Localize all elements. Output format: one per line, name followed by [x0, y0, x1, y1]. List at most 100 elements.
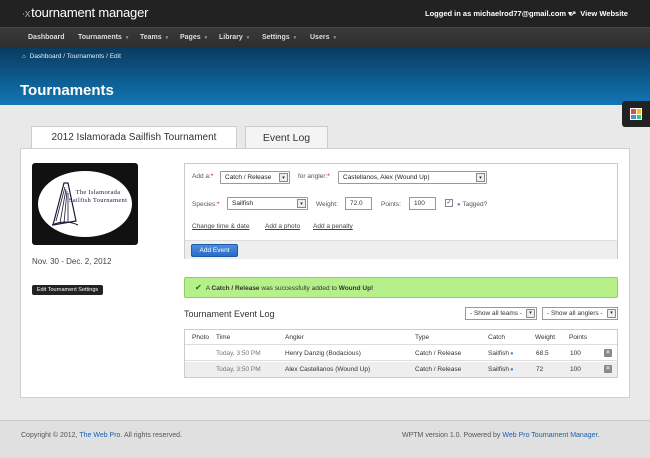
change-time-link[interactable]: Change time & date — [192, 223, 249, 230]
nav-item-pages[interactable]: Pages ▾ — [180, 34, 207, 41]
version-info: WPTM version 1.0. Powered by Web Pro Tou… — [402, 432, 600, 439]
top-bar: ∙xtournament manager Logged in as michae… — [0, 0, 650, 27]
row-angler: Alex Castellanos (Wound Up) — [285, 366, 371, 373]
required-mark: * — [327, 173, 330, 180]
page-footer: Copyright © 2012, The Web Pro. All right… — [0, 420, 650, 458]
points-label: Points: — [381, 201, 401, 208]
tagged-label: ● Tagged? — [457, 201, 488, 208]
team-filter-select[interactable]: - Show all teams - ▾ — [465, 307, 537, 320]
home-icon[interactable]: ⌂ — [22, 54, 26, 60]
row-catch: Sailfish● — [488, 350, 514, 357]
add-event-form: Add a:* Catch / Release ▾ for angler:* Ca… — [184, 163, 618, 259]
tag-icon: ● — [509, 351, 514, 357]
delete-icon[interactable]: ✕ — [604, 349, 612, 357]
tab-event-log[interactable]: Event Log — [245, 126, 328, 149]
chevron-down-icon: ▾ — [279, 173, 288, 182]
view-website-label: View Website — [580, 9, 628, 18]
success-alert: ✔ A Catch / Release was successfully adde… — [184, 277, 618, 298]
tag-icon: ● — [509, 367, 514, 373]
check-icon: ✔ — [195, 283, 202, 292]
chevron-down-icon: ▾ — [293, 35, 297, 41]
event-log-title: Tournament Event Log — [184, 309, 275, 319]
row-catch: Sailfish● — [488, 366, 514, 373]
breadcrumb: ⌂ Dashboard / Tournaments / Edit — [22, 53, 121, 60]
tournament-dates: Nov. 30 - Dec. 2, 2012 — [32, 257, 112, 266]
row-weight: 72 — [536, 366, 544, 373]
chevron-down-icon: ▾ — [333, 35, 336, 41]
chevron-down-icon: ▾ — [204, 35, 208, 41]
chevron-down-icon: ▾ — [165, 35, 169, 41]
style-switcher-tab[interactable] — [622, 101, 650, 127]
required-mark: * — [210, 173, 214, 180]
weight-input[interactable]: 72.0 — [345, 197, 372, 210]
table-row[interactable]: Today, 3:50 PM Henry Danzig (Bodacious) … — [185, 346, 617, 361]
col-type: Type — [415, 334, 430, 341]
nav-item-library[interactable]: Library ▾ — [219, 34, 249, 41]
row-time: Today, 3:50 PM — [216, 366, 261, 373]
page-header: ⌂ Dashboard / Tournaments / Edit Tourname… — [0, 47, 650, 105]
required-mark: * — [216, 201, 220, 208]
tab-tournament[interactable]: 2012 Islamorada Sailfish Tournament — [31, 126, 237, 149]
tournament-logo: The Islamorada Sailfish Tournament — [32, 163, 138, 245]
row-angler: Henry Danzig (Bodacious) — [285, 350, 361, 357]
points-input[interactable]: 100 — [409, 197, 436, 210]
add-a-label: Add a:* — [192, 173, 214, 180]
row-points: 100 — [570, 350, 581, 357]
col-weight: Weight — [535, 334, 556, 341]
user-email: Logged in as michaelrod77@gmail.com — [425, 9, 567, 18]
logo-caption: The Islamorada Sailfish Tournament — [68, 189, 128, 204]
chevron-down-icon: ▾ — [297, 199, 306, 208]
add-event-button[interactable]: Add Event — [191, 244, 238, 257]
table-row[interactable]: Today, 3:50 PM Alex Castellanos (Wound U… — [185, 362, 617, 377]
app-logo[interactable]: ∙xtournament manager — [22, 5, 148, 20]
chevron-down-icon: ▾ — [125, 35, 129, 41]
nav-item-tournaments[interactable]: Tournaments ▾ — [78, 34, 128, 41]
add-photo-link[interactable]: Add a photo — [265, 223, 300, 230]
col-catch: Catch — [488, 334, 505, 341]
nav-item-settings[interactable]: Settings ▾ — [262, 34, 296, 41]
species-label: Species:* — [192, 201, 220, 208]
chevron-down-icon: ▾ — [476, 173, 485, 182]
col-time: Time — [216, 334, 231, 341]
row-weight: 68.5 — [536, 350, 549, 357]
user-menu[interactable]: Logged in as michaelrod77@gmail.com ▾ — [425, 9, 572, 18]
page-title: Tournaments — [20, 82, 114, 99]
for-angler-label: for angler:* — [298, 173, 330, 180]
angler-filter-select[interactable]: - Show all anglers - ▾ — [542, 307, 618, 320]
the-web-pro-link[interactable]: The Web Pro — [79, 432, 120, 439]
nav-item-dashboard[interactable]: Dashboard — [28, 34, 65, 41]
table-header: Photo Time Angler Type Catch Weight Poin… — [185, 330, 617, 345]
angler-select[interactable]: Castellanos, Alex (Wound Up) ▾ — [338, 171, 487, 184]
main-nav: Dashboard Tournaments ▾ Teams ▾ Pages ▾ Lib… — [0, 27, 650, 47]
weight-label: Weight: — [316, 201, 338, 208]
nav-item-teams[interactable]: Teams ▾ — [140, 34, 168, 41]
col-photo: Photo — [192, 334, 209, 341]
breadcrumb-text[interactable]: Dashboard / Tournaments / Edit — [30, 53, 121, 60]
logo-mark: ∙x — [22, 8, 31, 20]
add-penalty-link[interactable]: Add a penalty — [313, 223, 353, 230]
edit-settings-button[interactable]: Edit Tournament Settings — [32, 285, 103, 295]
external-link-icon: ↗ — [570, 9, 577, 18]
col-points: Points — [569, 334, 588, 341]
logo-oval: The Islamorada Sailfish Tournament — [38, 171, 132, 237]
form-footer: Add Event — [185, 240, 617, 259]
view-website-link[interactable]: ↗ View Website — [570, 9, 628, 18]
event-log-table: Photo Time Angler Type Catch Weight Poin… — [184, 329, 618, 378]
row-time: Today, 3:50 PM — [216, 350, 261, 357]
copyright: Copyright © 2012, The Web Pro. All right… — [21, 432, 182, 439]
tag-icon: ● — [457, 202, 461, 208]
chevron-down-icon: ▾ — [526, 309, 535, 318]
event-type-select[interactable]: Catch / Release ▾ — [220, 171, 290, 184]
tagged-checkbox[interactable]: ✓ — [445, 199, 453, 207]
chevron-down-icon: ▾ — [607, 309, 616, 318]
row-type: Catch / Release — [415, 366, 462, 373]
delete-icon[interactable]: ✕ — [604, 365, 612, 373]
wptm-link[interactable]: Web Pro Tournament Manager — [502, 432, 597, 439]
nav-item-users[interactable]: Users ▾ — [310, 34, 336, 41]
logo-text: tournament manager — [31, 5, 149, 20]
col-angler: Angler — [285, 334, 304, 341]
row-type: Catch / Release — [415, 350, 462, 357]
palette-icon — [630, 108, 642, 120]
chevron-down-icon: ▾ — [246, 35, 250, 41]
species-select[interactable]: Sailfish ▾ — [227, 197, 308, 210]
